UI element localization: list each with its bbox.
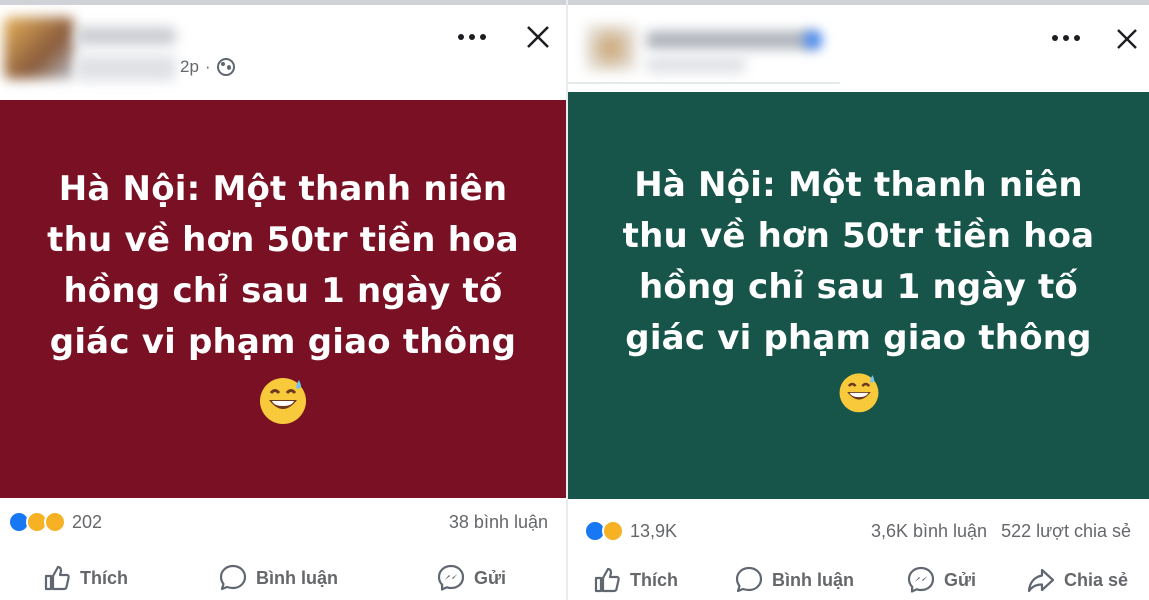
redacted-page-name: [646, 31, 816, 49]
more-options-icon[interactable]: [458, 34, 486, 40]
globe-icon: [216, 58, 235, 76]
redacted-metadata: [76, 55, 176, 81]
reaction-count: 202: [72, 511, 103, 532]
post-actions: Thích Bình luận Gửi: [0, 554, 566, 600]
comment-label: Bình luận: [772, 569, 854, 590]
header-underline: [568, 82, 840, 84]
share-count[interactable]: 522 lượt chia sẻ: [1001, 521, 1131, 542]
comment-button[interactable]: Bình luận: [218, 563, 338, 593]
left-post: 2p · Hà Nội: Một thanh niên thu về hơn 5…: [0, 5, 566, 600]
thumbs-up-icon: [44, 565, 70, 591]
messenger-icon: [907, 566, 935, 593]
haha-reaction-icon: [602, 520, 624, 542]
sweat-smile-emoji-icon: [260, 378, 306, 424]
share-arrow-icon: [1027, 568, 1055, 593]
send-label: Gửi: [944, 569, 977, 590]
post-time-label: 2p: [180, 57, 199, 76]
messenger-icon: [437, 564, 465, 591]
send-label: Gửi: [474, 567, 507, 588]
post-stats: 13,9K 3,6K bình luận 522 lượt chia sẻ: [568, 513, 1149, 549]
share-button[interactable]: Chia sẻ: [1026, 565, 1128, 595]
like-button[interactable]: Thích: [592, 565, 678, 595]
reactions-summary[interactable]: 13,9K: [584, 520, 677, 542]
comment-label: Bình luận: [256, 567, 338, 588]
redacted-avatar: [586, 25, 636, 71]
post-actions: Thích Bình luận Gửi Chia sẻ: [568, 556, 1149, 600]
share-label: Chia sẻ: [1064, 569, 1129, 590]
more-options-icon[interactable]: [1052, 35, 1080, 41]
redacted-avatar: [4, 17, 74, 79]
post-time: 2p ·: [180, 57, 235, 77]
redacted-verified-badge: [804, 31, 822, 49]
like-label: Thích: [630, 569, 678, 590]
like-button[interactable]: Thích: [42, 563, 128, 593]
close-icon[interactable]: [524, 23, 552, 51]
post-banner-text: Hà Nội: Một thanh niên thu về hơn 50tr t…: [622, 164, 1095, 358]
comment-bubble-icon: [735, 566, 763, 593]
post-banner: Hà Nội: Một thanh niên thu về hơn 50tr t…: [0, 100, 566, 498]
right-post-header: [568, 5, 1149, 97]
comment-count[interactable]: 38 bình luận: [449, 512, 548, 533]
reactions-summary[interactable]: 202: [8, 511, 102, 533]
comment-bubble-icon: [219, 564, 247, 591]
reaction-count: 13,9K: [630, 520, 678, 541]
post-banner-text: Hà Nội: Một thanh niên thu về hơn 50tr t…: [47, 169, 519, 362]
close-icon[interactable]: [1113, 25, 1141, 53]
thumbs-up-icon: [594, 567, 620, 593]
send-button[interactable]: Gửi: [906, 565, 976, 595]
post-stats: 202 38 bình luận: [0, 504, 566, 540]
right-post: Hà Nội: Một thanh niên thu về hơn 50tr t…: [568, 5, 1149, 600]
post-banner: Hà Nội: Một thanh niên thu về hơn 50tr t…: [568, 92, 1149, 499]
sweat-smile-emoji-icon: [839, 372, 878, 412]
send-button[interactable]: Gửi: [436, 563, 506, 593]
like-label: Thích: [80, 567, 128, 588]
wow-reaction-icon: [44, 511, 66, 533]
redacted-metadata: [646, 57, 746, 73]
redacted-page-name: [76, 27, 176, 45]
comment-button[interactable]: Bình luận: [734, 565, 854, 595]
comment-count[interactable]: 3,6K bình luận: [871, 521, 987, 542]
left-post-header: 2p ·: [0, 5, 566, 97]
